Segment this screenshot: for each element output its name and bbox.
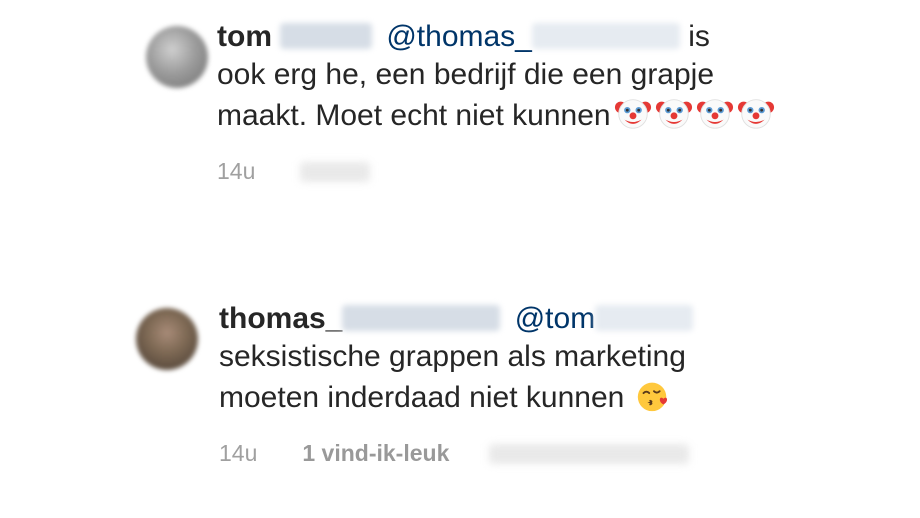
comment-meta: 14u 1 vind-ik-leuk — [219, 440, 779, 467]
username-link[interactable]: thomas_ — [219, 302, 342, 335]
redacted-reply-link — [300, 161, 371, 182]
clown-icon — [614, 94, 652, 132]
comment-meta: 14u — [217, 158, 777, 185]
avatar[interactable] — [146, 26, 208, 88]
redacted-reply-link — [489, 443, 690, 464]
timestamp: 14u — [219, 440, 258, 466]
comment-text-rest: seksistische grappen als marketing moete… — [219, 340, 686, 414]
username-link[interactable]: tom — [217, 20, 272, 53]
timestamp: 14u — [217, 158, 256, 184]
clown-icon — [696, 94, 734, 132]
kiss-emoji-icon — [634, 376, 672, 414]
comment-body: thomas_ @tom seksistische grappen als ma… — [219, 300, 779, 467]
redacted-mention — [531, 23, 680, 49]
redacted-username — [342, 305, 501, 331]
clown-icon — [737, 94, 775, 132]
likes-count[interactable]: 1 vind-ik-leuk — [302, 440, 449, 467]
mention-link[interactable]: @thomas_ — [386, 20, 532, 53]
mention-link[interactable]: @tom — [515, 302, 595, 335]
comment-body: tom @thomas_ is ook erg he, een bedrijf … — [217, 18, 777, 185]
comment-text: tom @thomas_ is ook erg he, een bedrijf … — [217, 18, 777, 135]
avatar[interactable] — [136, 308, 198, 370]
comment-text: thomas_ @tom seksistische grappen als ma… — [219, 300, 779, 417]
comment-text-inline: is — [679, 20, 710, 53]
clown-icon — [655, 94, 693, 132]
redacted-username — [280, 23, 372, 49]
redacted-mention — [595, 305, 694, 331]
